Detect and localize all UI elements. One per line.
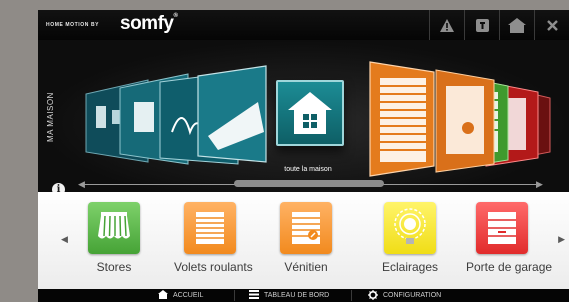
category-label: Eclairages xyxy=(381,260,439,274)
light-bulb-icon xyxy=(384,202,436,254)
shutter-tile-orange-2[interactable] xyxy=(435,69,495,173)
carousel-right-arrow[interactable]: ▶ xyxy=(536,179,543,190)
category-label: Volets roulants xyxy=(174,260,253,274)
room-tile-left-4[interactable] xyxy=(197,65,267,163)
somfy-logo-text: somfy xyxy=(120,13,174,34)
category-label: Vénitien xyxy=(284,260,328,274)
footer-divider xyxy=(234,290,235,301)
home-icon[interactable] xyxy=(499,10,534,40)
close-icon[interactable] xyxy=(534,10,569,40)
dashboard-icon xyxy=(249,290,259,301)
footer-divider xyxy=(351,290,352,301)
footer-configuration-label: CONFIGURATION xyxy=(383,292,442,299)
footer-tableau-label: TABLEAU DE BORD xyxy=(264,292,330,299)
category-eclairages[interactable]: Eclairages xyxy=(374,202,446,274)
category-prev-arrow[interactable]: ◀ xyxy=(61,234,68,245)
top-bar: HOME MOTION BY somfy® xyxy=(38,10,569,40)
category-next-arrow[interactable]: ▶ xyxy=(558,234,565,245)
gear-icon xyxy=(368,289,378,302)
remote-icon[interactable] xyxy=(464,10,499,40)
category-label: Porte de garage xyxy=(466,260,553,274)
venetian-blind-icon xyxy=(280,202,332,254)
footer-configuration[interactable]: CONFIGURATION xyxy=(368,289,441,302)
house-icon xyxy=(288,92,332,134)
footer-tableau-de-bord[interactable]: TABLEAU DE BORD xyxy=(249,289,329,302)
category-stores[interactable]: Stores xyxy=(78,202,150,274)
category-label: Stores xyxy=(96,260,132,274)
warning-icon[interactable] xyxy=(429,10,464,40)
brand-tagline: HOME MOTION BY xyxy=(46,22,100,28)
home-tile[interactable] xyxy=(276,80,344,146)
footer-accueil-label: ACCUEIL xyxy=(173,292,204,299)
carousel-scroll-thumb[interactable] xyxy=(234,180,384,187)
category-shelf: ◀ Stores Volets roulants Vénitien Eclair… xyxy=(38,192,569,289)
category-volets-roulants[interactable]: Volets roulants xyxy=(174,202,253,274)
somfy-logo: somfy® xyxy=(120,13,178,35)
room-carousel[interactable]: MA MAISON toute la maison ◀ ▶ xyxy=(38,40,569,192)
category-venitien[interactable]: Vénitien xyxy=(270,202,342,274)
awning-icon xyxy=(88,202,140,254)
footer-accueil[interactable]: ACCUEIL xyxy=(158,289,203,302)
home-tile-label: toute la maison xyxy=(284,166,332,173)
category-porte-de-garage[interactable]: Porte de garage xyxy=(466,202,553,274)
footer-nav: ACCUEIL TABLEAU DE BORD CONFIGURATION xyxy=(38,289,569,302)
top-toolbar xyxy=(429,10,569,40)
home-icon xyxy=(158,290,168,301)
app-window: HOME MOTION BY somfy® MA MAISON toute la… xyxy=(38,10,569,302)
registered-mark: ® xyxy=(173,13,178,19)
garage-door-icon xyxy=(476,202,528,254)
shutter-tile-orange-1[interactable] xyxy=(369,61,435,177)
roller-shutter-icon xyxy=(184,202,236,254)
